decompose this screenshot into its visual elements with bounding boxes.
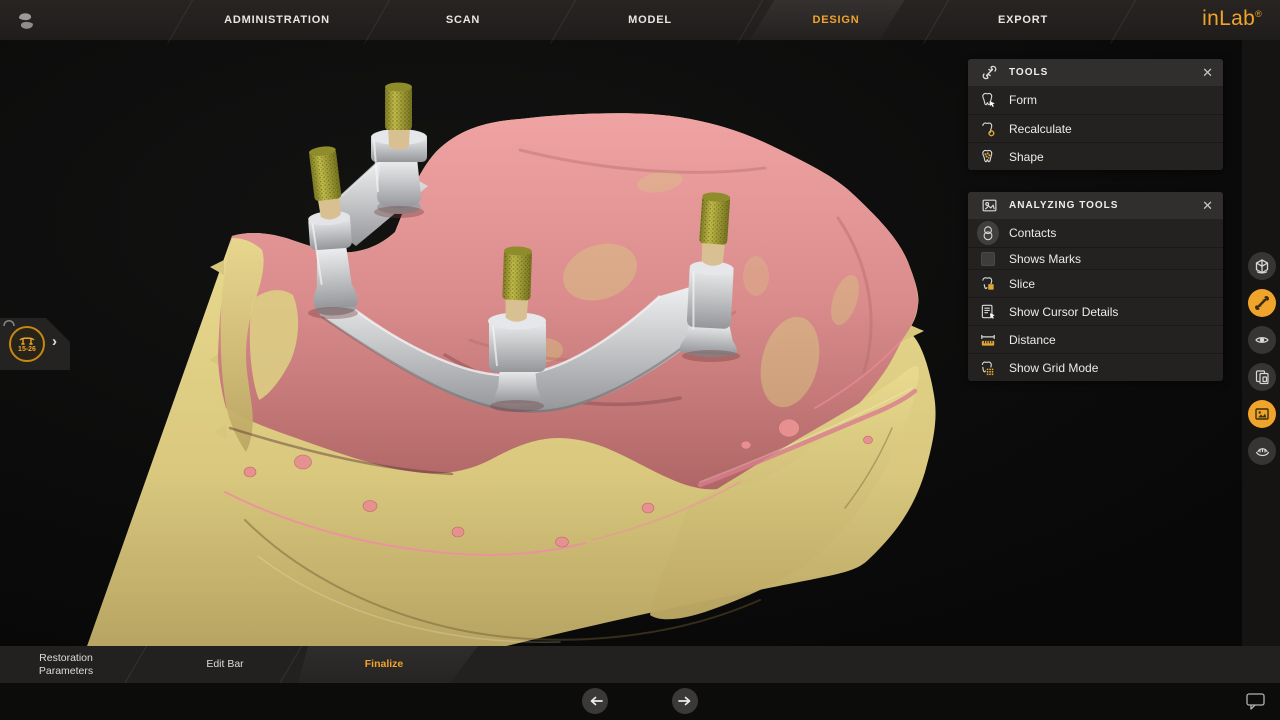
analyzing-item-label: Show Grid Mode	[1009, 361, 1098, 375]
step-tab-edit-bar[interactable]: Edit Bar	[206, 646, 243, 683]
cursor-details-icon	[977, 301, 999, 323]
scan-post-1	[385, 83, 412, 150]
analyzing-item-label: Show Cursor Details	[1009, 305, 1118, 319]
slice-icon	[977, 273, 999, 295]
phase-separator	[167, 0, 194, 44]
analyzing-item-grid-mode[interactable]: Show Grid Mode	[968, 353, 1223, 381]
analyzing-item-slice[interactable]: Slice	[968, 269, 1223, 297]
analyzing-item-label: Slice	[1009, 277, 1035, 291]
footer-bar	[0, 683, 1280, 720]
registered-mark: ®	[1255, 9, 1262, 19]
step-separator	[123, 644, 148, 686]
arrow-right-icon	[678, 695, 693, 707]
phase-separator	[550, 0, 577, 44]
analyzing-tools-panel: ANALYZING TOOLS ✕ Contacts Shows Marks	[968, 192, 1223, 381]
phase-tab-export[interactable]: EXPORT	[998, 0, 1048, 40]
analyzing-item-label: Distance	[1009, 333, 1056, 347]
phase-separator	[364, 0, 391, 44]
steps-bar: Restoration Parameters Edit Bar Finalize	[0, 646, 1280, 683]
phase-tab-model[interactable]: MODEL	[628, 0, 672, 40]
tool-item-form[interactable]: Form	[968, 86, 1223, 114]
eye-icon[interactable]	[1248, 326, 1276, 354]
close-icon[interactable]: ✕	[1202, 66, 1213, 79]
next-step-button[interactable]	[672, 688, 698, 714]
tool-item-label: Form	[1009, 93, 1037, 107]
step-tab-finalize[interactable]: Finalize	[365, 646, 404, 683]
image-frame-icon[interactable]	[1248, 400, 1276, 428]
wrench-icon[interactable]	[1248, 289, 1276, 317]
chat-bubble-icon[interactable]	[1245, 691, 1267, 716]
grid-mode-icon	[977, 357, 999, 379]
chevron-right-icon[interactable]: ›	[52, 333, 57, 350]
tooth-form-icon	[977, 89, 999, 111]
analyzing-item-shows-marks[interactable]: Shows Marks	[968, 247, 1223, 269]
previous-step-button[interactable]	[582, 688, 608, 714]
pages-icon[interactable]	[1248, 363, 1276, 391]
contacts-icon	[977, 222, 999, 244]
cube-icon[interactable]	[1248, 252, 1276, 280]
tool-item-shape[interactable]: Shape	[968, 142, 1223, 170]
analyzing-item-cursor-details[interactable]: Show Cursor Details	[968, 297, 1223, 325]
arrow-left-icon	[588, 695, 603, 707]
restoration-badge[interactable]: 15-26	[9, 326, 45, 362]
restoration-flyout[interactable]: 15-26 ›	[0, 318, 70, 370]
tools-panel-title: TOOLS	[1009, 67, 1048, 78]
jaw-icon[interactable]	[1248, 437, 1276, 465]
inlab-brand: inLab®	[1202, 7, 1262, 31]
tools-panel: TOOLS ✕ Form Recalculate	[968, 59, 1223, 170]
wrench-icon	[978, 62, 1000, 84]
analyzing-item-distance[interactable]: Distance	[968, 325, 1223, 353]
sirona-logo	[13, 8, 39, 39]
analyzing-panel-header: ANALYZING TOOLS ✕	[968, 192, 1223, 219]
close-icon[interactable]: ✕	[1202, 199, 1213, 212]
arch-icon	[2, 314, 16, 332]
tool-item-label: Recalculate	[1009, 122, 1072, 136]
analyzing-item-contacts[interactable]: Contacts	[968, 219, 1223, 247]
tool-item-label: Shape	[1009, 150, 1044, 164]
distance-icon	[977, 329, 999, 351]
shows-marks-checkbox[interactable]	[981, 252, 995, 266]
phase-separator	[1110, 0, 1137, 44]
step-tab-restoration-parameters[interactable]: Restoration Parameters	[16, 646, 116, 683]
image-frame-icon	[978, 195, 1000, 217]
restoration-range-label: 15-26	[18, 346, 36, 353]
phase-bar: ADMINISTRATION SCAN MODEL DESIGN EXPORT …	[0, 0, 1280, 40]
phase-separator	[923, 0, 950, 44]
tool-item-recalculate[interactable]: Recalculate	[968, 114, 1223, 142]
phase-tab-scan[interactable]: SCAN	[446, 0, 480, 40]
tools-panel-header: TOOLS ✕	[968, 59, 1223, 86]
inlab-app-window: ADMINISTRATION SCAN MODEL DESIGN EXPORT …	[0, 0, 1280, 720]
analyzing-item-label: Contacts	[1009, 226, 1056, 240]
phase-tab-design[interactable]: DESIGN	[813, 0, 860, 40]
tooth-shape-icon	[977, 146, 999, 168]
side-toolbar	[1242, 40, 1280, 646]
analyzing-panel-title: ANALYZING TOOLS	[1009, 200, 1118, 211]
analyzing-item-label: Shows Marks	[1009, 252, 1081, 266]
tooth-recalculate-icon	[977, 118, 999, 140]
phase-tab-administration[interactable]: ADMINISTRATION	[224, 0, 330, 40]
